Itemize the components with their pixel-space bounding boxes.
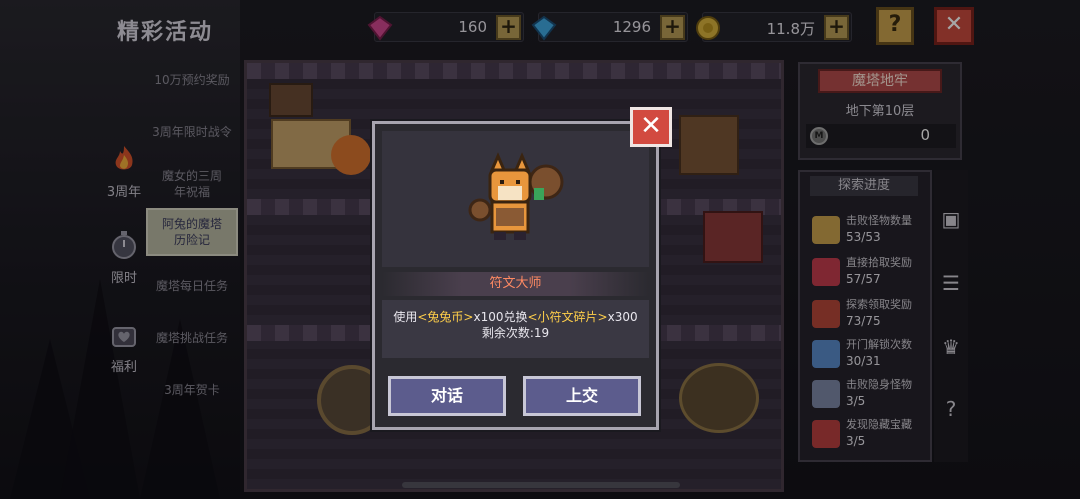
remaining-count: 剩余次数:19 [481, 326, 550, 340]
exchange-prefix: 使用 [393, 310, 418, 324]
talk-button[interactable]: 对话 [388, 376, 506, 416]
submit-button[interactable]: 上交 [523, 376, 641, 416]
npc-name: 符文大师 [382, 272, 649, 296]
reward-quantity: x300 [607, 310, 638, 324]
shiba-merchant-portrait [468, 152, 564, 240]
cost-quantity: x100兑换 [473, 310, 528, 324]
exchange-description: 使用<兔兔币>x100兑换<小符文碎片>x300 剩余次数:19 [382, 300, 649, 358]
exchange-line: 使用<兔兔币>x100兑换<小符文碎片>x300 [382, 309, 649, 325]
dialog-close-button[interactable]: ✕ [630, 107, 672, 147]
cost-item: <兔兔币> [417, 310, 474, 324]
reward-item: <小符文碎片> [527, 310, 608, 324]
